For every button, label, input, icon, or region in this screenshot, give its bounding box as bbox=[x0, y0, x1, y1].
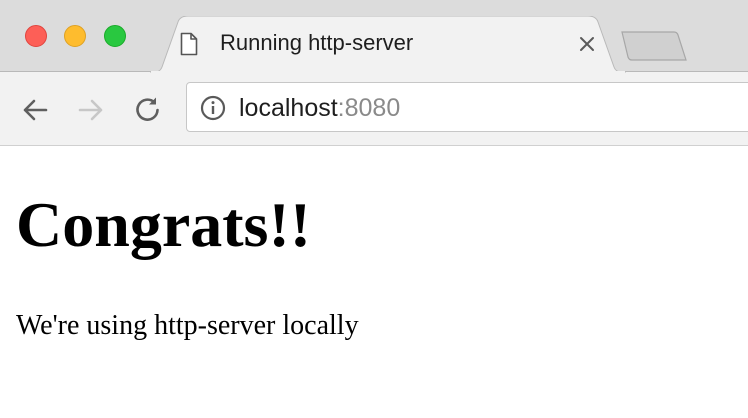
address-bar[interactable]: localhost:8080 bbox=[186, 82, 748, 132]
info-icon[interactable] bbox=[200, 95, 226, 121]
url-host: localhost bbox=[239, 94, 338, 122]
document-icon bbox=[180, 32, 198, 56]
page-heading: Congrats!! bbox=[16, 189, 312, 260]
tab-active[interactable]: Running http-server bbox=[150, 16, 626, 73]
page-body-text: We're using http-server locally bbox=[16, 310, 359, 341]
url-port: :8080 bbox=[337, 94, 401, 122]
close-icon[interactable] bbox=[578, 35, 596, 53]
reload-icon[interactable] bbox=[133, 95, 163, 125]
back-arrow-icon[interactable] bbox=[20, 95, 50, 125]
tab-strip: Running http-server bbox=[0, 0, 748, 73]
window-close-button[interactable] bbox=[25, 25, 47, 47]
window-maximize-button[interactable] bbox=[104, 25, 126, 47]
page-content: Congrats!! We're using http-server local… bbox=[0, 146, 748, 418]
browser-toolbar: localhost:8080 bbox=[0, 72, 748, 146]
new-tab-button[interactable] bbox=[620, 30, 688, 64]
window-minimize-button[interactable] bbox=[64, 25, 86, 47]
forward-arrow-icon[interactable] bbox=[76, 95, 106, 125]
url-text[interactable]: localhost:8080 bbox=[239, 94, 400, 123]
tab-title: Running http-server bbox=[220, 30, 414, 55]
